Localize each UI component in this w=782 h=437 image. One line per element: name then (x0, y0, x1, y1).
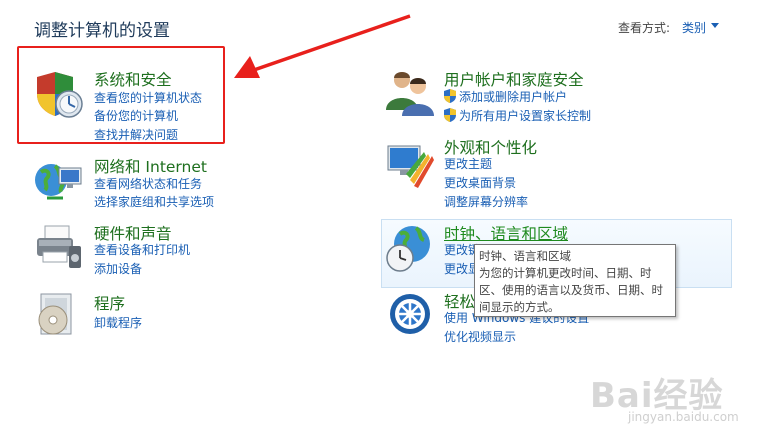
link-label: 为所有用户设置家长控制 (459, 109, 592, 123)
tooltip-line: 间显示的方式。 (479, 300, 560, 314)
category-programs[interactable]: 程序 (94, 292, 125, 314)
view-by-label: 查看方式: (618, 21, 671, 35)
uac-shield-icon (444, 89, 456, 103)
users-icon[interactable] (384, 66, 436, 118)
tooltip: 时钟、语言和区域 为您的计算机更改时间、日期、时 区、使用的语言以及货币、日期、… (474, 244, 676, 317)
category-user-accounts[interactable]: 用户帐户和家庭安全 (444, 68, 584, 90)
view-by-dropdown[interactable]: 类别 (682, 19, 706, 36)
appearance-monitor-icon[interactable] (384, 140, 436, 192)
link-optimize-display[interactable]: 优化视频显示 (444, 328, 516, 347)
link-add-remove-accounts[interactable]: 添加或删除用户帐户 (444, 88, 567, 107)
link-uninstall-program[interactable]: 卸载程序 (94, 314, 142, 333)
link-parental-controls[interactable]: 为所有用户设置家长控制 (444, 107, 591, 126)
tooltip-title: 时钟、语言和区域 (479, 249, 571, 263)
baidu-watermark-url: jingyan.baidu.com (628, 410, 739, 424)
printer-icon[interactable] (33, 222, 85, 272)
annotation-highlight-box (17, 46, 225, 144)
link-devices-printers[interactable]: 查看设备和打印机 (94, 241, 190, 260)
tooltip-line: 区、使用的语言以及货币、日期、时 (479, 283, 663, 297)
link-homegroup-sharing[interactable]: 选择家庭组和共享选项 (94, 193, 214, 212)
link-change-theme[interactable]: 更改主题 (444, 155, 492, 174)
tooltip-line: 为您的计算机更改时间、日期、时 (479, 266, 652, 280)
uac-shield-icon (444, 108, 456, 122)
network-globe-icon[interactable] (33, 158, 85, 206)
page-title: 调整计算机的设置 (34, 21, 170, 41)
category-network-internet[interactable]: 网络和 Internet (94, 155, 207, 177)
link-screen-resolution[interactable]: 调整屏幕分辨率 (444, 193, 528, 212)
ease-of-access-icon[interactable] (384, 290, 436, 342)
link-add-device[interactable]: 添加设备 (94, 260, 142, 279)
clock-globe-icon[interactable] (384, 222, 436, 274)
link-label: 添加或删除用户帐户 (459, 90, 568, 104)
link-desktop-background[interactable]: 更改桌面背景 (444, 174, 516, 193)
link-network-status[interactable]: 查看网络状态和任务 (94, 175, 202, 194)
chevron-down-icon[interactable] (711, 23, 719, 28)
programs-disc-icon[interactable] (33, 290, 85, 342)
